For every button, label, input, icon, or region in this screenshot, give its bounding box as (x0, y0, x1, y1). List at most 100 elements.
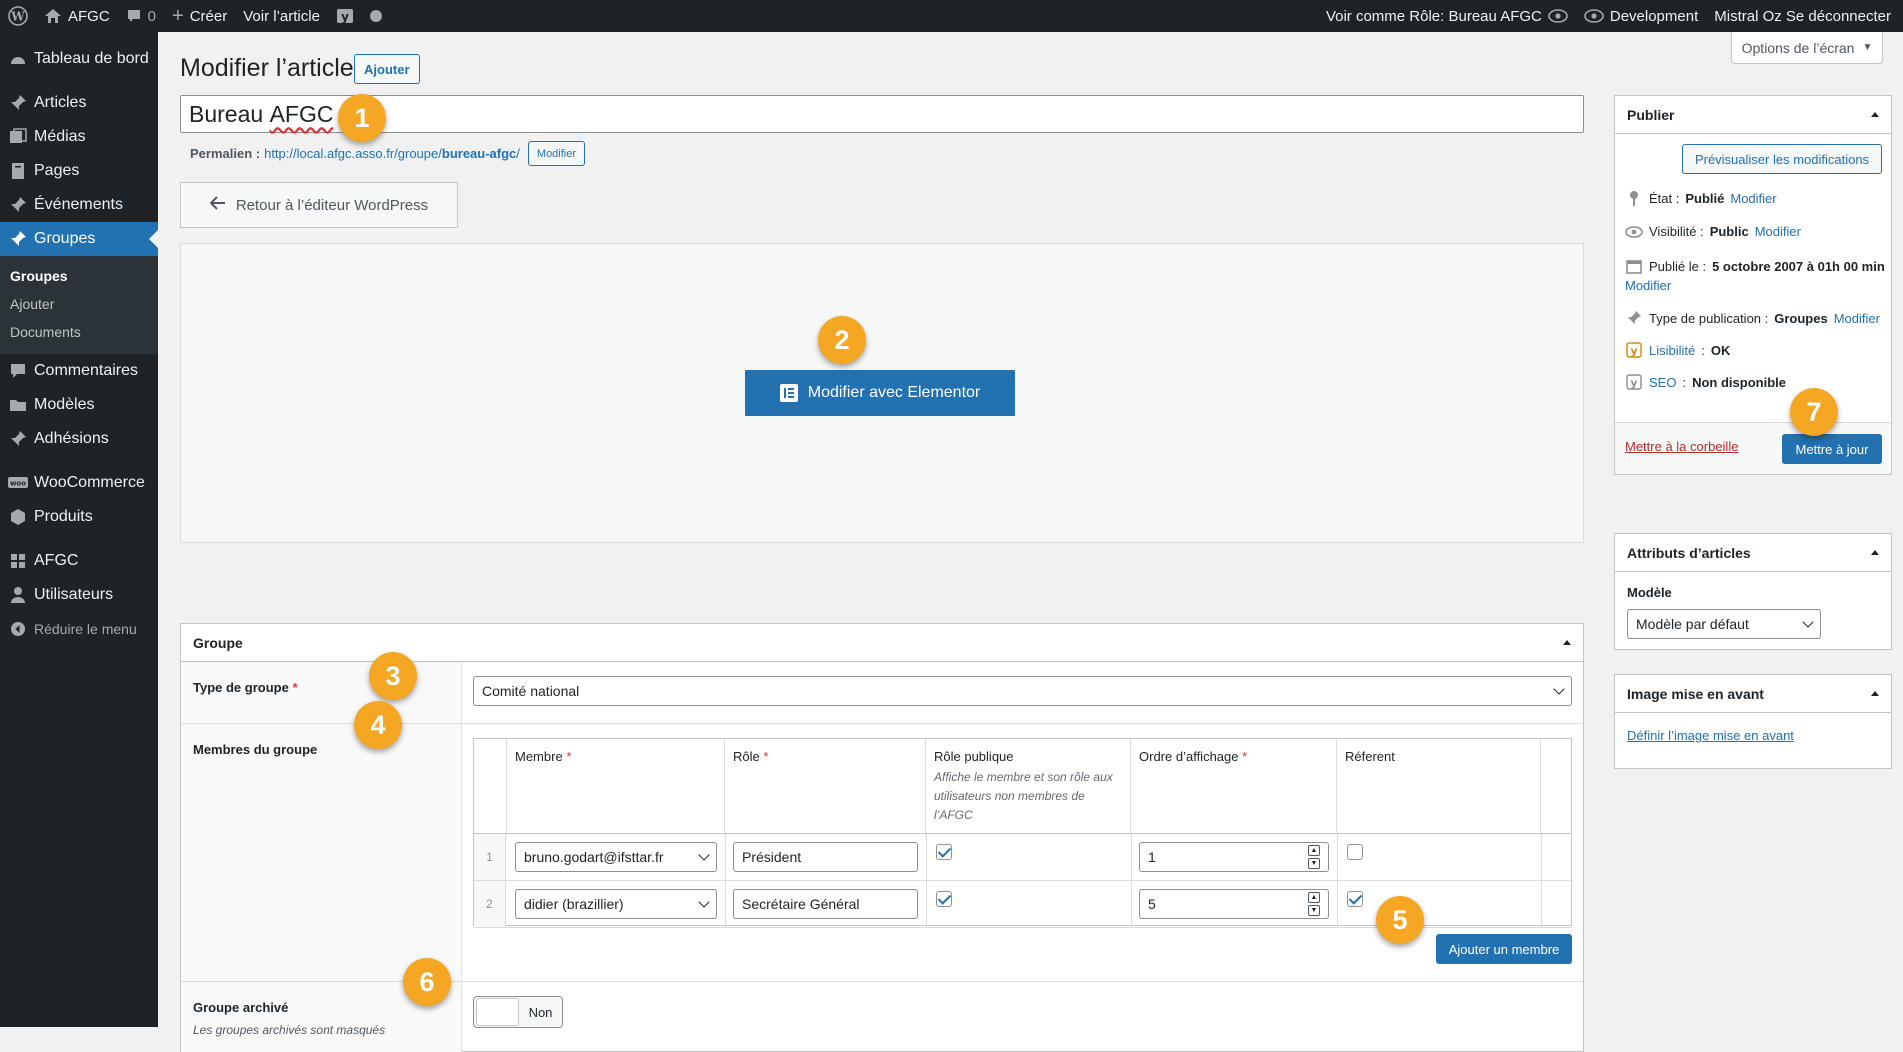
public-role-checkbox[interactable] (936, 844, 952, 860)
edit-permalink-button[interactable]: Modifier (527, 141, 586, 166)
view-as-label: Voir comme Rôle: Bureau AFGC (1325, 7, 1542, 25)
wordpress-logo-icon[interactable]: W (0, 0, 36, 32)
edit-date-link[interactable]: Modifier (1625, 278, 1671, 293)
sidebar-item-label: Médias (34, 128, 86, 145)
sidebar-item-pages[interactable]: Pages (0, 154, 158, 188)
sidebar-item-afgc[interactable]: AFGC (0, 544, 158, 578)
post-title-word: Bureau (189, 100, 264, 127)
admin-bar: W AFGC 0 + Créer Voir l’article y Voir c… (0, 0, 1903, 32)
sidebar-item-label: Commentaires (34, 362, 139, 379)
elementor-button-label: Modifier avec Elementor (807, 384, 981, 401)
group-archived-toggle[interactable]: Non (473, 996, 563, 1028)
permalink-row: Permalien : http://local.afgc.asso.fr/gr… (190, 141, 586, 166)
order-number-input[interactable]: 5 ▲ ▼ (1139, 889, 1329, 919)
public-role-checkbox[interactable] (936, 891, 952, 907)
sidebar-item-comments[interactable]: Commentaires (0, 354, 158, 388)
view-as-role[interactable]: Voir comme Rôle: Bureau AFGC (1318, 0, 1576, 32)
sidebar-item-label: Pages (34, 162, 80, 179)
order-header-text: Ordre d’affichage (1139, 749, 1239, 764)
member-select[interactable]: bruno.godart@ifsttar.fr (515, 842, 717, 872)
status-value: Publié (1685, 190, 1725, 206)
column-divider (1541, 834, 1542, 880)
group-archived-row: Groupe archivé Les groupes archivés sont… (181, 982, 1583, 1052)
required-mark: * (566, 749, 572, 764)
screen-options-button[interactable]: Options de l’écran ▼ (1731, 32, 1883, 64)
add-member-button[interactable]: Ajouter un membre (1436, 934, 1572, 964)
set-featured-image-link[interactable]: Définir l’image mise en avant (1627, 728, 1794, 743)
column-divider (926, 834, 927, 880)
user-label: Mistral Oz Se déconnecter (1714, 7, 1891, 25)
sidebar-item-articles[interactable]: Articles (0, 86, 158, 120)
create-menu[interactable]: + Créer (164, 0, 235, 32)
seo-value: Non disponible (1692, 374, 1786, 390)
submenu-item-add[interactable]: Ajouter (0, 290, 158, 318)
permalink-end: / (516, 146, 520, 161)
featured-image-title: Image mise en avant (1627, 685, 1764, 702)
sidebar-item-groups[interactable]: Groupes (0, 222, 158, 256)
environment-indicator[interactable]: Development (1576, 0, 1706, 32)
public-role-description: Affiche le membre et son rôle aux utilis… (934, 770, 1113, 822)
featured-image-header[interactable]: Image mise en avant (1615, 675, 1891, 713)
role-value: Secrétaire Général (742, 896, 860, 912)
template-select[interactable]: Modèle par défaut (1627, 609, 1821, 639)
readability-link[interactable]: Lisibilité (1649, 343, 1695, 358)
row-number: 2 (474, 881, 506, 927)
post-title-input[interactable]: Bureau AFGC (180, 95, 1584, 133)
referent-checkbox[interactable] (1347, 891, 1363, 907)
seo-link[interactable]: SEO (1649, 375, 1676, 390)
sidebar-item-users[interactable]: Utilisateurs (0, 578, 158, 612)
sidebar-item-dashboard[interactable]: Tableau de bord (0, 42, 158, 76)
group-type-select[interactable]: Comité national (473, 676, 1572, 706)
role-input[interactable]: Secrétaire Général (733, 889, 918, 919)
site-name: AFGC (68, 7, 110, 25)
permalink-link[interactable]: http://local.afgc.asso.fr/groupe/bureau-… (264, 146, 520, 161)
sidebar-item-templates[interactable]: Modèles (0, 388, 158, 422)
yoast-icon: y (1625, 374, 1643, 390)
post-attributes-header[interactable]: Attributs d’articles (1615, 534, 1891, 572)
role-input[interactable]: Président (733, 842, 918, 872)
referent-column-header: Réferent (1337, 739, 1541, 833)
sidebar-item-products[interactable]: Produits (0, 500, 158, 534)
page-title: Modifier l’article (180, 54, 354, 82)
order-column-header: Ordre d’affichage * (1131, 739, 1337, 833)
user-account-menu[interactable]: Mistral Oz Se déconnecter (1706, 0, 1899, 32)
home-icon (44, 8, 62, 24)
move-to-trash-link[interactable]: Mettre à la corbeille (1625, 439, 1738, 454)
collapse-arrow-icon[interactable] (1871, 112, 1879, 117)
add-new-button[interactable]: Ajouter (354, 54, 420, 84)
sidebar-item-media[interactable]: Médias (0, 120, 158, 154)
view-post-label: Voir l’article (243, 7, 320, 25)
sidebar-item-woocommerce[interactable]: woo WooCommerce (0, 466, 158, 500)
back-to-wordpress-editor-button[interactable]: Retour à l’éditeur WordPress (180, 182, 458, 228)
collapse-menu-button[interactable]: Réduire le menu (0, 612, 158, 646)
publish-metabox-header[interactable]: Publier (1615, 96, 1891, 134)
collapse-arrow-icon[interactable] (1871, 550, 1879, 555)
view-post-link[interactable]: Voir l’article (235, 0, 328, 32)
submenu-item-documents[interactable]: Documents (0, 318, 158, 346)
member-column-header: Membre * (507, 739, 725, 833)
site-name-link[interactable]: AFGC (36, 0, 118, 32)
edit-with-elementor-button[interactable]: Modifier avec Elementor (745, 370, 1015, 416)
collapse-arrow-icon[interactable] (1871, 691, 1879, 696)
post-title-misspelled-word: AFGC (269, 100, 334, 127)
referent-checkbox[interactable] (1347, 844, 1363, 860)
stepper-icon[interactable]: ▲ ▼ (1308, 845, 1320, 869)
published-label: Publié le : (1649, 258, 1707, 274)
edit-post-type-link[interactable]: Modifier (1834, 311, 1880, 326)
update-button[interactable]: Mettre à jour (1782, 434, 1882, 464)
annotation-badge-3: 3 (369, 652, 417, 700)
back-button-label: Retour à l’éditeur WordPress (235, 196, 429, 214)
sidebar-item-memberships[interactable]: Adhésions (0, 422, 158, 456)
edit-visibility-link[interactable]: Modifier (1755, 224, 1801, 239)
stepper-icon[interactable]: ▲ ▼ (1308, 892, 1320, 916)
group-members-row: Membres du groupe Membre * Rôle * Rôle p… (181, 724, 1583, 982)
member-select[interactable]: didier (brazillier) (515, 889, 717, 919)
sidebar-item-events[interactable]: Événements (0, 188, 158, 222)
edit-status-link[interactable]: Modifier (1730, 191, 1776, 206)
yoast-menu[interactable]: y (328, 0, 362, 32)
order-number-input[interactable]: 1 ▲ ▼ (1139, 842, 1329, 872)
preview-changes-button[interactable]: Prévisualiser les modifications (1682, 144, 1882, 174)
comments-link[interactable]: 0 (118, 0, 164, 32)
collapse-arrow-icon[interactable] (1563, 640, 1571, 645)
submenu-item-groups[interactable]: Groupes (0, 262, 158, 290)
